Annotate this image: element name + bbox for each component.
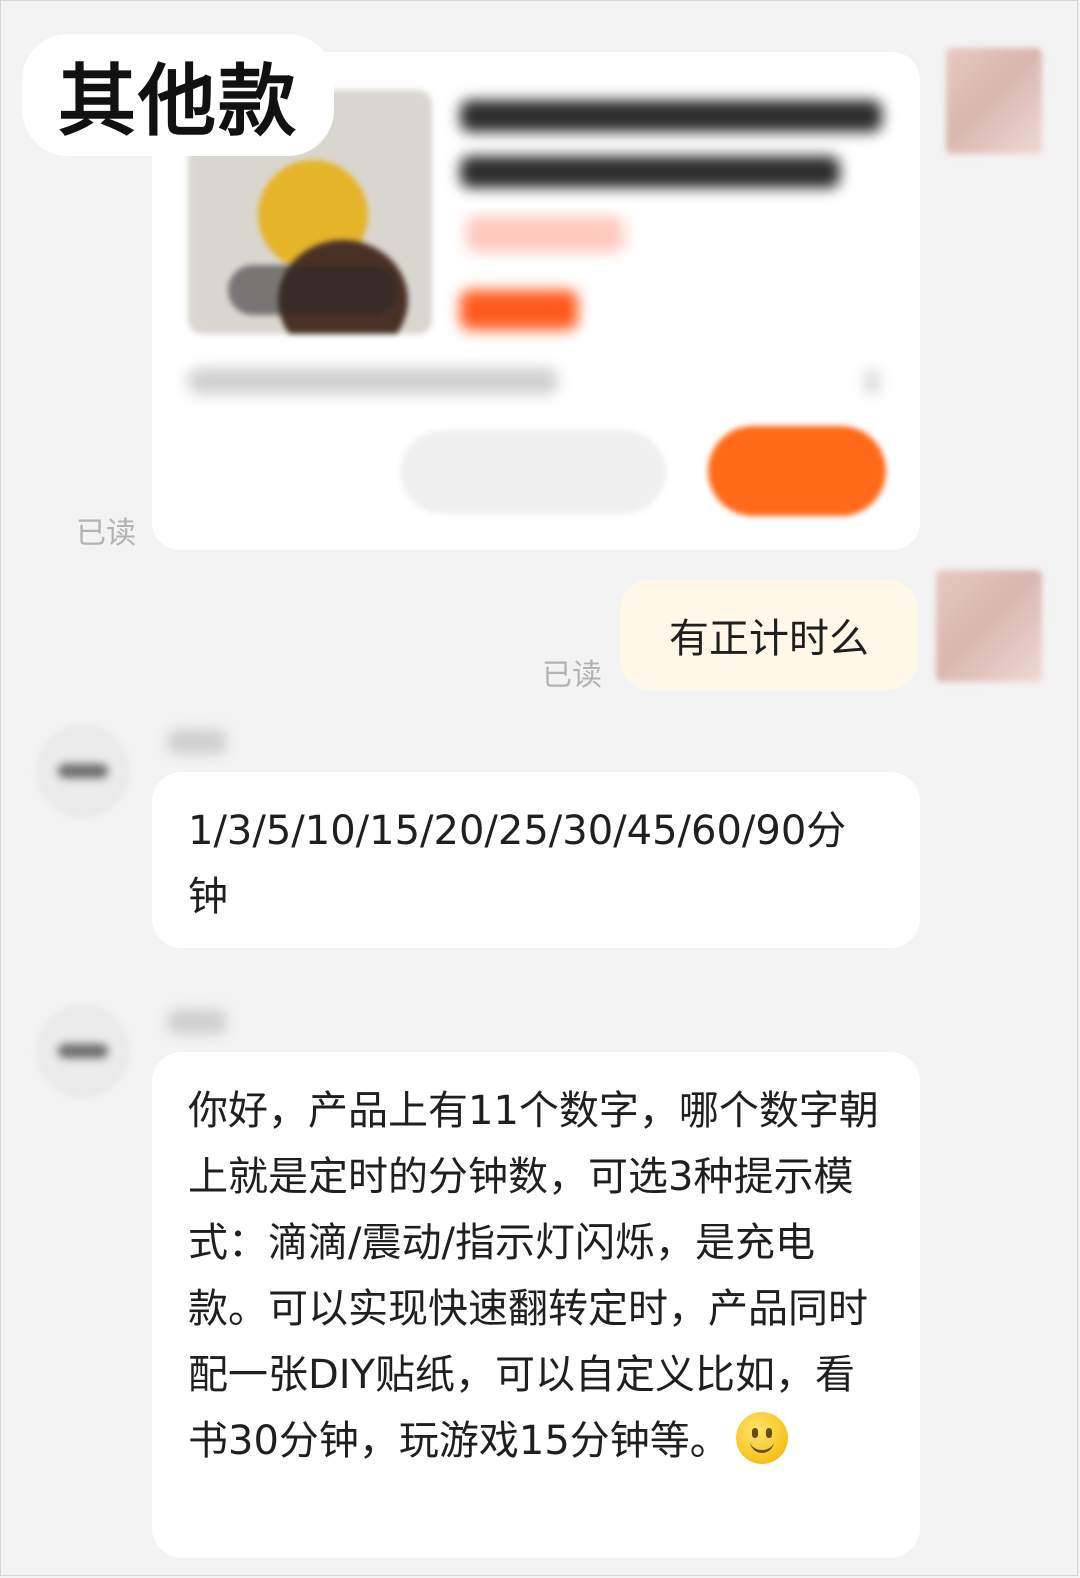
seller-avatar-top[interactable] [946, 48, 1042, 154]
seller-name-blurred-1 [168, 730, 226, 754]
buy-button[interactable] [708, 426, 886, 516]
incoming-message-bubble-2[interactable]: 你好，产品上有11个数字，哪个数字朝上就是定时的分钟数，可选3种提示模式：滴滴/… [152, 1052, 920, 1558]
outgoing-message-bubble[interactable]: 有正计时么 [620, 580, 918, 690]
smiling-face-emoji-icon [735, 1412, 788, 1464]
select-spec-button[interactable] [400, 430, 666, 514]
seller-avatar-mark [58, 1044, 108, 1058]
product-image-badge [228, 265, 398, 315]
chevron-right-icon[interactable] [864, 370, 880, 394]
product-meta-blurred [188, 368, 558, 394]
product-price-blurred [460, 290, 578, 330]
seller-avatar-2[interactable] [36, 1004, 130, 1098]
seller-avatar-mark [58, 764, 108, 778]
user-avatar[interactable] [936, 570, 1042, 682]
read-status-outgoing: 已读 [542, 658, 602, 693]
incoming-message-text-2: 你好，产品上有11个数字，哪个数字朝上就是定时的分钟数，可选3种提示模式：滴滴/… [188, 1088, 879, 1464]
title-label: 其他款 [22, 34, 334, 156]
product-tag-blurred [466, 216, 624, 252]
seller-avatar-1[interactable] [36, 724, 130, 818]
emoji-mouth [749, 1438, 774, 1453]
product-title-blurred-1 [460, 100, 882, 132]
incoming-message-text-1: 1/3/5/10/15/20/25/30/45/60/90分钟 [188, 808, 847, 920]
seller-name-blurred-2 [168, 1010, 226, 1034]
incoming-message-bubble-1[interactable]: 1/3/5/10/15/20/25/30/45/60/90分钟 [152, 772, 920, 948]
read-status-card: 已读 [76, 516, 136, 551]
product-title-blurred-2 [460, 156, 840, 188]
